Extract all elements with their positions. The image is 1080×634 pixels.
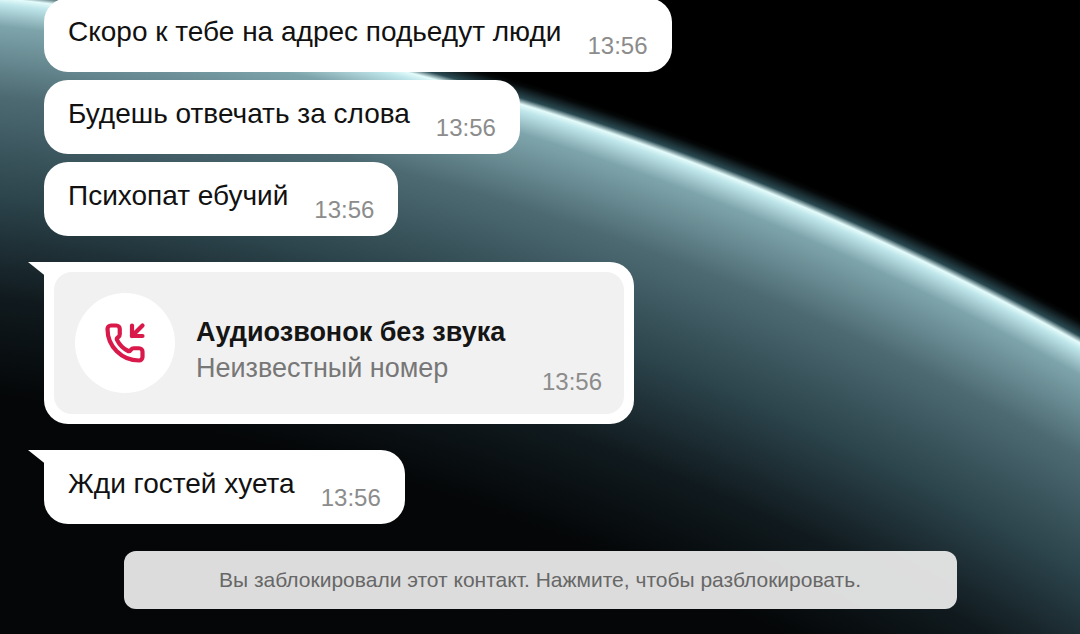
message-text: Будешь отвечать за слова [68, 96, 410, 132]
message-time: 13:56 [542, 368, 602, 396]
message-time: 13:56 [321, 484, 381, 512]
message-text: Скоро к тебе на адрес подьедут люди [68, 14, 561, 50]
call-card[interactable]: Аудиозвонок без звукаНеизвестный номер13… [54, 272, 624, 414]
message-bubble: Скоро к тебе на адрес подьедут люди 13:56 [44, 0, 672, 72]
message-text: Жди гостей хуета [68, 466, 295, 502]
message-time: 13:56 [314, 196, 374, 224]
call-message[interactable]: Аудиозвонок без звукаНеизвестный номер13… [44, 262, 634, 424]
message-bubble: Будешь отвечать за слова 13:56 [44, 80, 520, 154]
message-bubble: Жди гостей хуета 13:56 [44, 450, 405, 524]
message-time: 13:56 [436, 114, 496, 142]
message-list: Скоро к тебе на адрес подьедут люди 13:56… [0, 0, 1080, 524]
message-text: Психопат ебучий [68, 178, 288, 214]
call-icon-circle [75, 293, 175, 393]
message-time: 13:56 [587, 32, 647, 60]
blocked-notice[interactable]: Вы заблокировали этот контакт. Нажмите, … [124, 551, 957, 609]
incoming-call-icon [104, 322, 146, 364]
call-subtitle: Неизвестный номер [196, 350, 448, 386]
call-footer: Неизвестный номер13:56 [196, 350, 602, 386]
notice-row: Вы заблокировали этот контакт. Нажмите, … [0, 551, 1080, 609]
chat-screen: Скоро к тебе на адрес подьедут люди 13:56… [0, 0, 1080, 634]
message-bubble: Психопат ебучий 13:56 [44, 162, 398, 236]
call-info: Аудиозвонок без звукаНеизвестный номер13… [196, 300, 602, 386]
call-title: Аудиозвонок без звука [196, 314, 602, 350]
